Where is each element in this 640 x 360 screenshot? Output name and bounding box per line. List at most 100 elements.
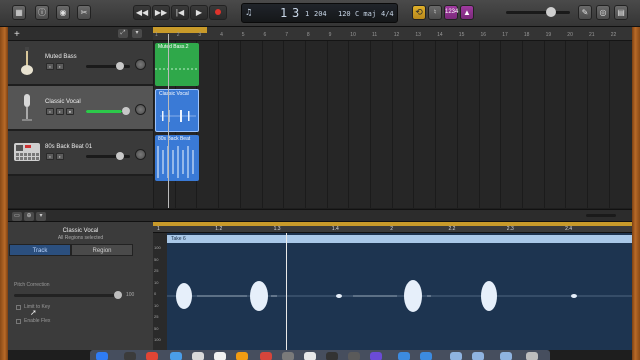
editor-ruler[interactable]: 1 1.2 1.3 1.4 2 2.2 2.3 2.4 <box>153 222 632 233</box>
track-volume-slider[interactable] <box>86 62 130 70</box>
count-in-button[interactable]: 1234 <box>444 5 458 20</box>
limit-to-key-checkbox[interactable] <box>16 305 21 310</box>
app-icon-grey[interactable] <box>282 352 294 360</box>
db-scale-label: 50 <box>154 325 159 331</box>
enable-flex-checkbox[interactable] <box>16 319 21 324</box>
library-button[interactable]: ▦ <box>12 5 26 20</box>
region-name: 80s Back Beat <box>158 136 191 142</box>
record-button[interactable] <box>209 5 227 20</box>
media-browser-button[interactable]: ▤ <box>614 5 628 20</box>
info-button[interactable]: ⓘ <box>35 5 49 20</box>
editor-ruler-number: 2.4 <box>565 226 573 232</box>
app-icon-light[interactable] <box>304 352 316 360</box>
region-back-beat[interactable]: 80s Back Beat <box>155 135 199 181</box>
launchpad-icon[interactable] <box>124 352 136 360</box>
track-header-beat[interactable]: 80s Back Beat 01 ◖ ◗ <box>8 131 153 175</box>
ruler-bar-number: 19 <box>545 32 552 38</box>
tuner-fork-icon: ♫ <box>246 8 252 18</box>
garageband-icon[interactable] <box>326 352 338 360</box>
solo-button[interactable]: ◗ <box>56 63 64 70</box>
app-icon-orange[interactable] <box>236 352 248 360</box>
editor-waveform <box>167 280 632 312</box>
track-pan-knob[interactable] <box>135 59 146 70</box>
metronome-button[interactable]: ▲ <box>460 5 474 20</box>
tuner-button[interactable]: ♮ <box>428 5 442 20</box>
master-volume-slider[interactable] <box>506 7 570 17</box>
notepad-button[interactable]: ✎ <box>578 5 592 20</box>
tab-region[interactable]: Region <box>71 244 133 256</box>
forward-button[interactable]: ▶▶ <box>152 5 170 20</box>
timeline-ruler[interactable]: 1 2 3 4 5 6 7 8 9 10 11 12 13 14 15 16 17 18 19 20 21 22 <box>153 27 632 41</box>
record-enable-button[interactable]: ● <box>66 108 74 115</box>
track-pan-knob[interactable] <box>135 149 146 160</box>
arrange-area[interactable]: 1 2 3 4 5 6 7 8 9 10 11 12 13 14 15 16 17 18 19 20 21 22 Mute… <box>153 27 632 208</box>
take-region-header[interactable]: Take 6 <box>167 235 632 243</box>
ruler-bar-number: 3 <box>198 32 202 38</box>
rewind-button[interactable]: ◀◀ <box>133 5 151 20</box>
photos-icon[interactable] <box>214 352 226 360</box>
editors-button[interactable]: ✂ <box>77 5 91 20</box>
editor-zoom-slider[interactable] <box>586 214 616 217</box>
editor-ruler-number: 2.3 <box>506 226 514 232</box>
grid-line <box>304 41 306 208</box>
smart-controls-button[interactable]: ◉ <box>56 5 70 20</box>
editor-ruler-number: 1 <box>157 226 160 232</box>
solo-button[interactable]: ◗ <box>56 153 64 160</box>
ruler-bar-number: 5 <box>241 32 245 38</box>
track-header-vocal[interactable]: Classic Vocal ◖ ◗ ● <box>8 86 153 130</box>
loop-browser-button[interactable]: ◎ <box>596 5 610 20</box>
stack-icon[interactable] <box>450 352 462 360</box>
solo-button[interactable]: ◗ <box>56 108 64 115</box>
safari-icon[interactable] <box>170 352 182 360</box>
app-icon-red[interactable] <box>146 352 158 360</box>
downloads-folder-icon[interactable] <box>420 352 432 360</box>
mute-button[interactable]: ◖ <box>46 63 54 70</box>
ruler-bar-number: 22 <box>610 32 617 38</box>
track-header-bass[interactable]: Muted Bass ◖ ◗ <box>8 41 153 85</box>
track-buttons: ◖ ◗ <box>46 153 66 160</box>
region-classic-vocal[interactable]: Classic Vocal <box>155 89 199 132</box>
pitch-correction-value: 100 <box>126 292 135 298</box>
ruler-bar-number: 14 <box>437 32 443 38</box>
editor-layout-icon[interactable]: ▭ <box>12 212 22 221</box>
control-bar: ▦ ⓘ ◉ ✂ ◀◀ ▶▶ |◀ ▶ ♫ 1 3 1 204 120 C maj… <box>0 0 640 27</box>
stack-icon-2[interactable] <box>472 352 484 360</box>
tab-track[interactable]: Track <box>9 244 71 256</box>
play-button[interactable]: ▶ <box>190 5 208 20</box>
stack-icon-3[interactable] <box>500 352 512 360</box>
edit-tool-icon[interactable]: ⊕ <box>24 212 34 221</box>
catch-playhead-icon[interactable]: ⤢ <box>118 29 128 38</box>
app-icon-dark[interactable] <box>348 352 360 360</box>
mute-button[interactable]: ◖ <box>46 153 54 160</box>
track-volume-slider[interactable] <box>86 152 130 160</box>
grid-line <box>435 41 437 208</box>
finder-icon[interactable] <box>96 352 108 360</box>
limit-to-key-label: Limit to Key <box>24 304 51 310</box>
go-to-start-button[interactable]: |◀ <box>171 5 189 20</box>
add-track-icon[interactable]: + <box>14 29 20 40</box>
grid-line <box>500 41 502 208</box>
mail-icon[interactable] <box>192 352 204 360</box>
folder-icon[interactable] <box>398 352 410 360</box>
cycle-button[interactable]: ⟲ <box>412 5 426 20</box>
audio-editor[interactable]: 1 1.2 1.3 1.4 2 2.2 2.3 2.4 100 50 25 10 0 10 25 50 100… <box>153 222 632 350</box>
filter-icon[interactable]: ▾ <box>132 29 142 38</box>
track-pan-knob[interactable] <box>135 104 146 115</box>
lcd-display[interactable]: ♫ 1 3 1 204 120 C maj 4/4 <box>241 3 398 23</box>
filter-icon[interactable]: ▾ <box>36 212 46 221</box>
editor-playhead[interactable] <box>286 233 287 350</box>
ruler-bar-number: 15 <box>458 32 465 38</box>
pitch-correction-slider[interactable] <box>14 291 122 299</box>
trash-icon[interactable] <box>526 352 538 360</box>
notepad-icon: ✎ <box>581 8 589 17</box>
inspector-tabs: Track Region <box>8 244 153 256</box>
dock <box>90 350 550 360</box>
app-icon-purple[interactable] <box>370 352 382 360</box>
track-volume-slider[interactable] <box>86 107 130 115</box>
mute-button[interactable]: ◖ <box>46 108 54 115</box>
lcd-tempo: 120 <box>338 10 351 18</box>
arrange-playhead[interactable] <box>168 34 169 208</box>
region-muted-bass[interactable]: Muted Bass.2 <box>155 43 199 86</box>
music-icon[interactable] <box>260 352 272 360</box>
db-scale-label: 10 <box>154 302 159 308</box>
